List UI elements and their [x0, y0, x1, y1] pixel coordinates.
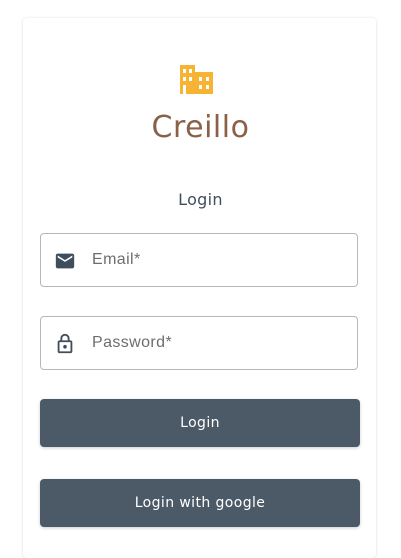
- email-field[interactable]: [40, 233, 358, 287]
- password-field[interactable]: [40, 316, 358, 370]
- email-input[interactable]: [92, 234, 347, 286]
- form-title: Login: [178, 190, 223, 209]
- brand-name: Creillo: [151, 110, 250, 145]
- lock-icon: [57, 333, 73, 354]
- building-icon: [180, 65, 213, 94]
- login-with-google-button[interactable]: Login with google: [40, 479, 360, 527]
- password-input[interactable]: [92, 317, 347, 369]
- login-button[interactable]: Login: [40, 399, 360, 447]
- login-card: [23, 18, 376, 558]
- envelope-icon: [55, 253, 75, 269]
